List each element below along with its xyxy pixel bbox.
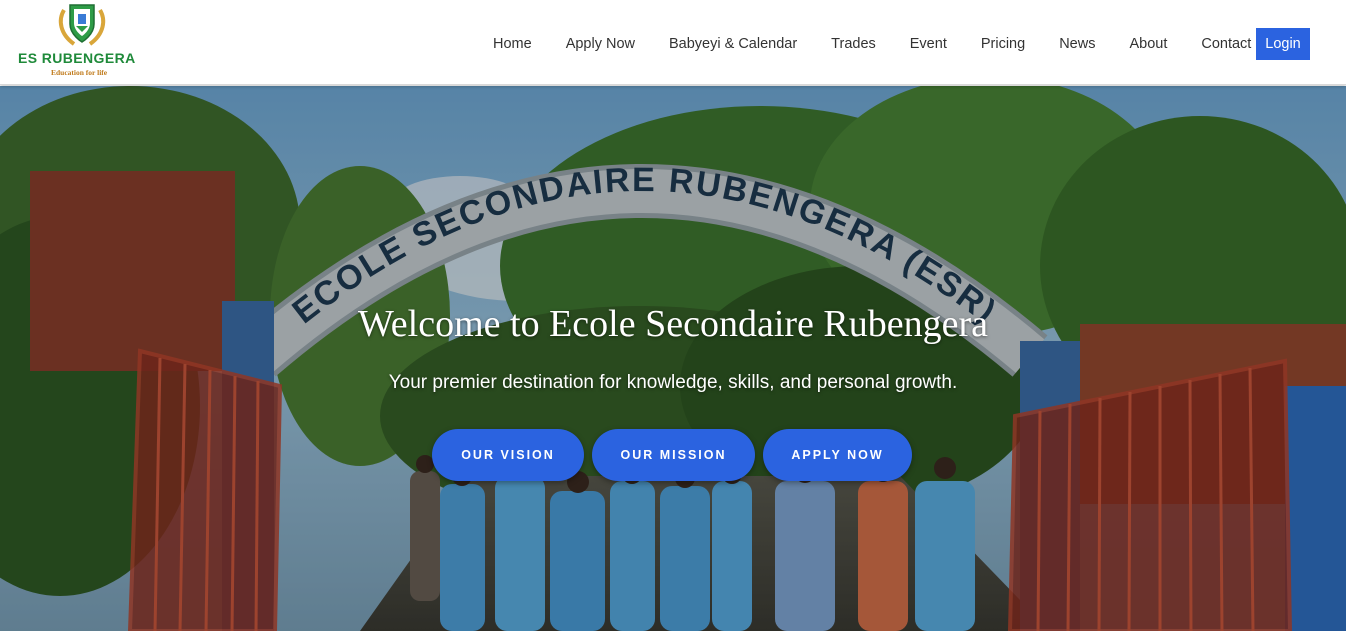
nav-item-apply-now[interactable]: Apply Now — [549, 36, 652, 52]
hero-subtitle: Your premier destination for knowledge, … — [388, 372, 958, 393]
logo-name: ES RUBENGERA — [18, 50, 136, 66]
hero-background-image: ECOLE SECONDAIRE RUBENGERA (ESR) — [0, 86, 1346, 631]
nav-item-home[interactable]: Home — [476, 36, 549, 52]
our-mission-button[interactable]: OUR MISSION — [592, 429, 755, 481]
our-vision-button[interactable]: OUR VISION — [432, 429, 584, 481]
nav-item-event[interactable]: Event — [893, 36, 964, 52]
logo-tagline: Education for life — [51, 68, 108, 77]
apply-now-button[interactable]: APPLY NOW — [763, 429, 912, 481]
nav-item-babyeyi-calendar[interactable]: Babyeyi & Calendar — [652, 36, 814, 52]
nav-item-about[interactable]: About — [1112, 36, 1184, 52]
school-crest-icon — [58, 4, 106, 46]
site-logo[interactable]: ES RUBENGERA Education for life — [18, 0, 158, 80]
login-button[interactable]: Login — [1256, 28, 1310, 60]
main-nav: Home Apply Now Babyeyi & Calendar Trades… — [476, 28, 1268, 60]
nav-item-trades[interactable]: Trades — [814, 36, 893, 52]
hero-title: Welcome to Ecole Secondaire Rubengera — [357, 303, 988, 345]
nav-item-pricing[interactable]: Pricing — [964, 36, 1042, 52]
site-header: ES RUBENGERA Education for life Home App… — [0, 0, 1346, 85]
hero-section: ECOLE SECONDAIRE RUBENGERA (ESR) Welcome… — [0, 86, 1346, 631]
nav-item-news[interactable]: News — [1042, 36, 1112, 52]
